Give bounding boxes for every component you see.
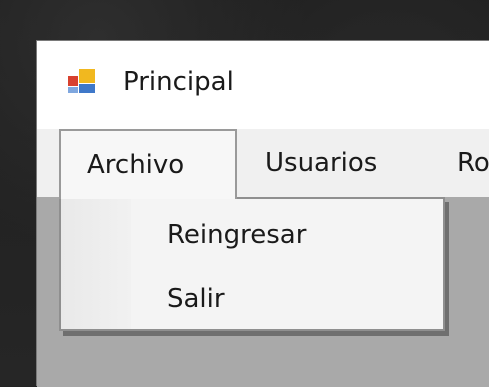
menu-bar: Archivo Usuarios Ro [37, 129, 489, 199]
menu-item-salir[interactable]: Salir [167, 279, 225, 319]
title-bar: Principal [37, 41, 489, 129]
archivo-dropdown-menu: Reingresar Salir [59, 197, 445, 331]
menu-usuarios[interactable]: Usuarios [265, 129, 377, 197]
main-window: Principal Archivo Usuarios Ro Reingresar… [36, 40, 489, 387]
app-window-icon [67, 67, 97, 95]
menu-archivo[interactable]: Archivo [59, 129, 237, 199]
menu-icon-gutter [61, 199, 131, 329]
menu-item-reingresar[interactable]: Reingresar [167, 215, 306, 255]
window-title: Principal [123, 67, 234, 97]
menu-ro[interactable]: Ro [457, 129, 489, 197]
